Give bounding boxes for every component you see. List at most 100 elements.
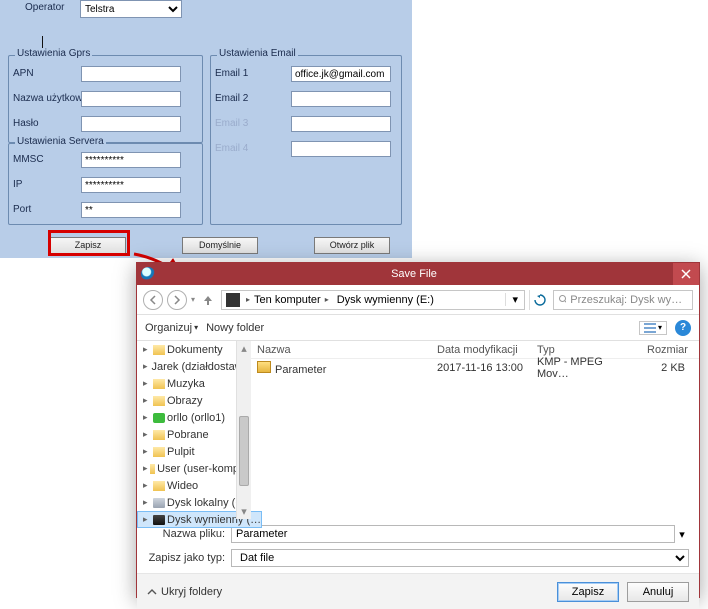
tree-expand-icon[interactable]: ▸ [143,429,151,440]
tree-item[interactable]: ▸ Pulpit [137,443,250,460]
tree-item[interactable]: ▸Jarek (działdostaw… [137,358,250,375]
file-type: KMP - MPEG Mov… [531,356,641,380]
nav-recent-dropdown[interactable]: ▾ [191,295,195,304]
ip-input[interactable] [81,177,181,193]
email3-input[interactable] [291,116,391,132]
file-row[interactable]: Parameter2017-11-16 13:00KMP - MPEG Mov…… [251,359,699,377]
breadcrumb-dropdown[interactable]: ▾ [505,293,524,306]
help-button[interactable]: ? [675,320,691,336]
dialog-navbar: ▾ ▸ Ten komputer▸ Dysk wymienny (E:) ▾ P… [137,285,699,315]
save-file-dialog: Save File ▾ ▸ Ten komputer▸ Dysk wymienn… [136,262,700,598]
tree-item-label: Muzyka [167,378,205,390]
password-input[interactable] [81,116,181,132]
email-title: Ustawienia Email [217,48,298,59]
gprs-group: Ustawienia Gprs APN Nazwa użytkow. Hasło [8,55,203,143]
folder-icon [153,447,165,457]
arrow-right-icon [172,295,182,305]
tree-item[interactable]: ▸Pobrane [137,426,250,443]
drive-icon [226,293,240,307]
file-rows: Parameter2017-11-16 13:00KMP - MPEG Mov…… [251,359,699,377]
mmsc-input[interactable] [81,152,181,168]
tree-item[interactable]: ▸Wideo [137,477,250,494]
nav-up-button[interactable] [199,291,217,309]
apn-input[interactable] [81,66,181,82]
tree-item-label: Pulpit [167,446,195,458]
folder-icon [153,379,165,389]
tree-expand-icon[interactable]: ▸ [143,378,151,389]
tree-item[interactable]: ▸ Muzyka [137,375,250,392]
search-input[interactable]: Przeszukaj: Dysk wymienny (E:) [553,290,693,310]
tree-expand-icon[interactable]: ▸ [143,395,151,406]
app-button-row: Zapisz Domyślnie Otwórz plik [50,237,390,254]
folder-icon [153,345,165,355]
tree-expand-icon[interactable]: ▸ [143,412,151,423]
search-placeholder: Przeszukaj: Dysk wymienny (E:) [570,294,688,306]
tree-expand-icon[interactable]: ▸ [143,446,151,457]
nav-back-button[interactable] [143,290,163,310]
close-button[interactable] [673,263,699,285]
operator-label: Operator [25,2,64,13]
port-input[interactable] [81,202,181,218]
breadcrumb-bar[interactable]: ▸ Ten komputer▸ Dysk wymienny (E:) ▾ [221,290,525,310]
username-input[interactable] [81,91,181,107]
tree-expand-icon[interactable]: ▸ [143,480,151,491]
filename-dropdown[interactable]: ▾ [675,528,689,541]
close-icon [681,269,691,279]
organize-button[interactable]: Organizuj▾ [145,322,198,334]
tree-scrollbar[interactable]: ▴ ▾ [236,341,251,519]
save-button[interactable]: Zapisz [50,237,126,254]
filetype-select[interactable]: Dat file [231,549,689,567]
tree-expand-icon[interactable]: ▸ [143,463,148,474]
col-date[interactable]: Data modyfikacji [431,344,531,356]
tree-item[interactable]: ▸Obrazy [137,392,250,409]
apn-label: APN [13,68,34,79]
ip-label: IP [13,179,22,190]
filetype-label: Zapisz jako typ: [147,552,225,564]
tree-expand-icon[interactable]: ▸ [143,361,148,372]
dialog-cancel-button[interactable]: Anuluj [627,582,689,602]
tree-expand-icon[interactable]: ▸ [143,497,151,508]
tree-item[interactable]: ▸Dysk lokalny (C:) [137,494,250,511]
folder-icon [153,430,165,440]
open-file-button[interactable]: Otwórz plik [314,237,390,254]
refresh-icon [534,294,546,306]
scroll-down-button[interactable]: ▾ [237,504,251,519]
new-folder-button[interactable]: Nowy folder [206,322,264,334]
tree-item[interactable]: ▸User (user-komp… [137,460,250,477]
folder-icon [153,515,165,520]
email1-input[interactable] [291,66,391,82]
scroll-thumb[interactable] [239,416,249,486]
col-name[interactable]: Nazwa [251,344,431,356]
scroll-up-button[interactable]: ▴ [237,341,251,356]
view-mode-button[interactable]: ▾ [639,321,667,335]
tree-expand-icon[interactable]: ▸ [143,514,151,519]
folder-icon [153,498,165,508]
dialog-title: Save File [155,268,673,280]
nav-forward-button[interactable] [167,290,187,310]
col-size[interactable]: Rozmiar [641,344,691,356]
tree-expand-icon[interactable]: ▸ [143,344,151,355]
email2-input[interactable] [291,91,391,107]
breadcrumb-seg-computer[interactable]: Ten komputer▸ [250,291,333,309]
refresh-button[interactable] [529,290,549,310]
email2-label: Email 2 [215,93,248,104]
folder-tree[interactable]: ▸Dokumenty▸Jarek (działdostaw…▸Muzyka▸Ob… [137,341,251,519]
folder-icon [153,396,165,406]
col-type[interactable]: Typ [531,344,641,356]
operator-select[interactable]: Telstra [80,0,182,18]
tree-item[interactable]: ▸Dokumenty [137,341,250,358]
email4-input[interactable] [291,141,391,157]
tree-item[interactable]: ▸orllo (orllo1) [137,409,250,426]
chevron-right-icon: ▸ [325,295,329,304]
chevron-down-icon: ▾ [194,323,198,332]
hide-folders-button[interactable]: Ukryj foldery [147,586,222,598]
dialog-save-button[interactable]: Zapisz [557,582,619,602]
default-button[interactable]: Domyślnie [182,237,258,254]
tree-item[interactable]: ▸Dysk wymienny (… [137,511,251,519]
search-icon [558,294,566,305]
breadcrumb-seg-drive[interactable]: Dysk wymienny (E:) [333,291,438,309]
filename-input[interactable] [231,525,675,543]
filetype-row: Zapisz jako typ: Dat file [147,549,689,567]
dialog-titlebar: Save File [137,263,699,285]
server-title: Ustawienia Servera [15,136,106,147]
